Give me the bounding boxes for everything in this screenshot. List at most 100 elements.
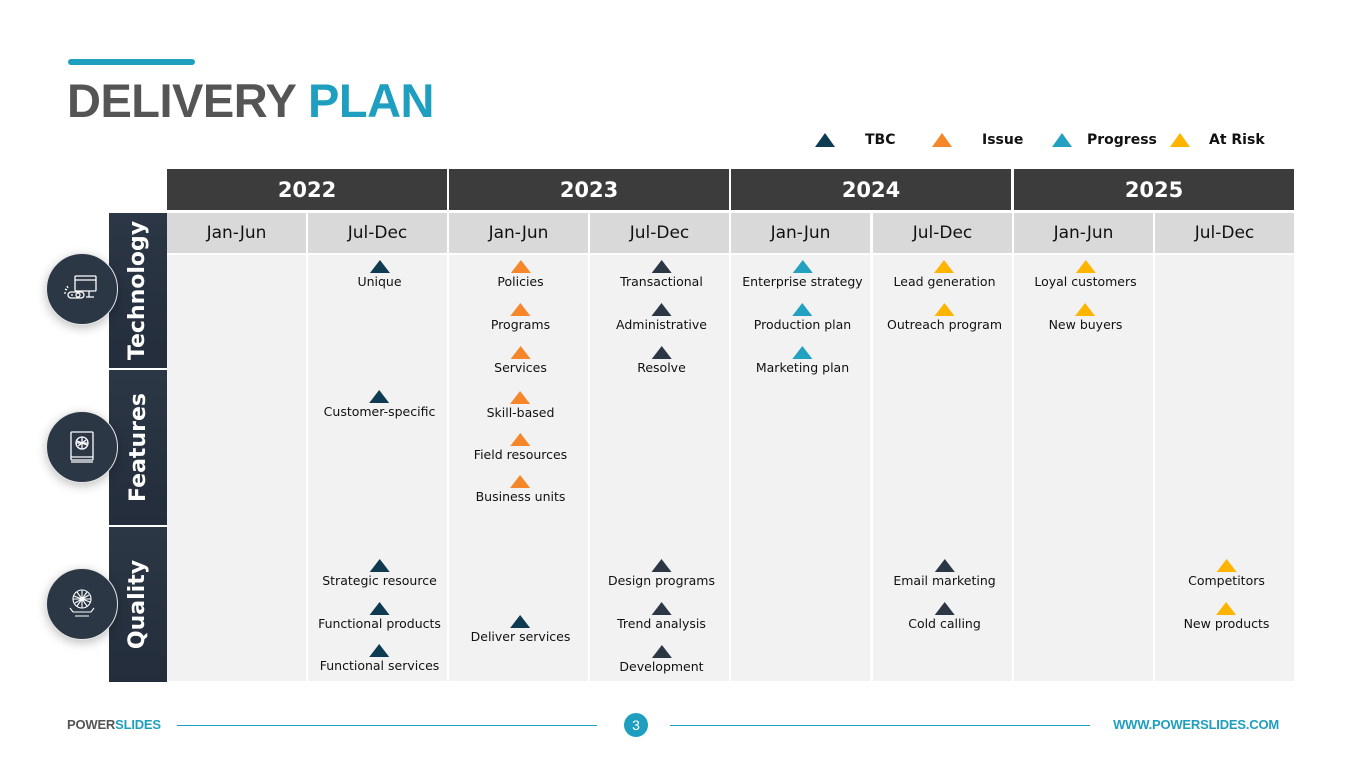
triangle-at_risk-icon <box>1075 303 1096 316</box>
triangle-issue-icon <box>510 475 531 488</box>
milestone-item[interactable]: Customer-specific <box>323 390 436 419</box>
triangle-at_risk-icon <box>934 303 955 316</box>
page-title: DELIVERY PLAN <box>67 73 434 129</box>
computer-icon <box>46 253 118 325</box>
milestone-item[interactable]: Enterprise strategy <box>742 260 863 289</box>
milestone-label: Resolve <box>637 360 686 375</box>
milestone-label: Strategic resource <box>322 573 437 588</box>
legend-label: Progress <box>1087 132 1157 148</box>
triangle-issue-icon <box>510 260 531 273</box>
milestone-item[interactable]: New products <box>1184 602 1269 631</box>
milestone-item[interactable]: Loyal customers <box>1034 260 1137 289</box>
milestone-item[interactable]: Resolve <box>637 346 686 375</box>
half-year-header: Jul-Dec <box>1155 213 1294 253</box>
milestone-item[interactable]: Functional products <box>318 601 441 631</box>
milestone-item[interactable]: Development <box>619 645 704 674</box>
milestone-item[interactable]: Marketing plan <box>756 346 849 375</box>
footer-brand-part-2: SLIDES <box>115 717 161 732</box>
milestone-item[interactable]: Design programs <box>608 559 715 588</box>
triangle-tbc_alt-icon <box>651 559 672 572</box>
title-part-2: PLAN <box>308 74 434 127</box>
footer-brand: POWERSLIDES <box>67 717 161 732</box>
milestone-label: Loyal customers <box>1034 274 1137 289</box>
legend-item-at_risk: At Risk <box>1170 128 1265 152</box>
milestone-label: Transactional <box>620 274 703 289</box>
milestone-item[interactable]: Policies <box>497 260 544 289</box>
triangle-tbc_alt-icon <box>651 303 672 316</box>
triangle-tbc-icon <box>369 559 390 572</box>
triangle-at_risk-icon <box>1216 602 1237 615</box>
triangle-icon <box>815 133 835 147</box>
footer-divider-left <box>177 725 597 726</box>
year-header-2023: 2023 <box>449 169 730 210</box>
triangle-issue-icon <box>510 303 531 316</box>
half-year-header: Jan-Jun <box>167 213 306 253</box>
milestone-item[interactable]: Field resources <box>474 433 567 462</box>
triangle-tbc-icon <box>510 615 531 628</box>
milestone-label: Development <box>619 659 704 674</box>
milestone-label: Customer-specific <box>323 404 436 419</box>
milestone-item[interactable]: Outreach program <box>887 303 1002 332</box>
milestone-item[interactable]: Business units <box>476 475 565 504</box>
half-year-header: Jan-Jun <box>1014 213 1153 253</box>
milestone-label: Design programs <box>607 573 716 588</box>
category-label: Technology <box>125 220 151 361</box>
triangle-tbc_alt-icon <box>651 645 672 658</box>
milestone-item[interactable]: Programs <box>491 303 550 332</box>
milestone-label: Lead generation <box>893 274 996 289</box>
milestone-label: Production plan <box>753 317 852 332</box>
period-column <box>167 255 306 681</box>
milestone-item[interactable]: Production plan <box>754 303 851 332</box>
triangle-tbc-icon <box>369 644 390 657</box>
milestone-label: Administrative <box>616 317 707 332</box>
milestone-item[interactable]: Lead generation <box>893 260 996 289</box>
category-label: Features <box>125 393 151 502</box>
milestone-item[interactable]: Trend analysis <box>617 602 706 631</box>
year-header-2024: 2024 <box>731 169 1012 210</box>
triangle-issue-icon <box>510 346 531 359</box>
triangle-progress-icon <box>792 303 813 316</box>
milestone-item[interactable]: Email marketing <box>893 559 996 588</box>
milestone-label: Competitors <box>1188 573 1265 588</box>
year-header-row: 2022 2023 2024 2025 <box>167 169 1295 210</box>
triangle-tbc-icon <box>369 390 390 403</box>
triangle-icon <box>1052 133 1072 147</box>
milestone-label: Unique <box>357 274 402 289</box>
year-header-2022: 2022 <box>167 169 448 210</box>
footer-url-link[interactable]: WWW.POWERSLIDES.COM <box>1113 717 1279 732</box>
half-year-header: Jan-Jun <box>731 213 870 253</box>
triangle-tbc_alt-icon <box>934 559 955 572</box>
triangle-at_risk-icon <box>1075 260 1096 273</box>
milestone-item[interactable]: Services <box>494 346 547 375</box>
milestone-item[interactable]: New buyers <box>1049 303 1122 332</box>
triangle-at_risk-icon <box>1216 559 1237 572</box>
triangle-tbc-icon <box>369 601 390 615</box>
milestone-label: Programs <box>490 317 551 332</box>
milestone-label: Cold calling <box>908 616 981 631</box>
triangle-tbc_alt-icon <box>651 602 672 615</box>
milestone-label: Functional products <box>318 615 441 631</box>
milestone-item[interactable]: Skill-based <box>487 391 554 420</box>
triangle-issue-icon <box>510 433 531 446</box>
milestone-item[interactable]: Cold calling <box>908 602 981 631</box>
year-header-2025: 2025 <box>1014 169 1295 210</box>
legend-item-tbc: TBC <box>815 128 896 152</box>
milestone-item[interactable]: Unique <box>357 260 402 289</box>
milestone-label: Email marketing <box>893 573 996 588</box>
half-year-header: Jan-Jun <box>449 213 588 253</box>
half-year-header-row: Jan-Jun Jul-Dec Jan-Jun Jul-Dec Jan-Jun Jul-D… <box>167 213 1294 253</box>
triangle-progress-icon <box>792 346 813 359</box>
half-year-header: Jul-Dec <box>308 213 447 253</box>
milestone-item[interactable]: Strategic resource <box>322 559 437 588</box>
page-number-badge: 3 <box>624 713 648 737</box>
triangle-icon <box>1170 133 1190 147</box>
milestone-item[interactable]: Transactional <box>620 260 703 289</box>
milestone-item[interactable]: Functional services <box>319 644 440 673</box>
milestone-item[interactable]: Competitors <box>1188 559 1265 588</box>
milestone-label: Marketing plan <box>755 360 850 375</box>
half-year-header: Jul-Dec <box>873 213 1012 253</box>
milestone-item[interactable]: Deliver services <box>471 615 570 644</box>
milestone-label: Functional services <box>319 658 440 673</box>
milestone-item[interactable]: Administrative <box>616 303 707 332</box>
legend-label: TBC <box>865 132 896 148</box>
